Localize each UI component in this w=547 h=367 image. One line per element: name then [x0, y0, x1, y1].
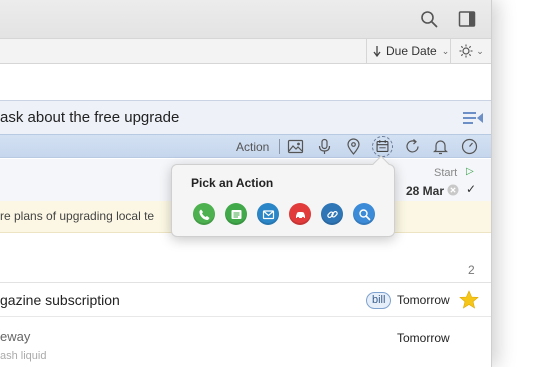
task-title: gazine subscription: [0, 292, 120, 308]
chevron-down-icon: ⌄: [476, 45, 484, 56]
divider: [279, 139, 280, 154]
list-item[interactable]: eway ash liquid Tomorrow: [0, 317, 491, 367]
title-bar: [0, 0, 491, 38]
sort-label: Due Date: [386, 44, 437, 58]
view-options-button[interactable]: ⌄: [450, 39, 491, 63]
arrow-down-icon: [373, 46, 381, 57]
due-label: Tomorrow: [397, 293, 450, 307]
action-label: Action: [236, 140, 270, 154]
list-item[interactable]: gazine subscription bill Tomorrow: [0, 283, 491, 317]
toolbar: Due Date ⌄ ⌄: [0, 38, 491, 64]
search-action-button[interactable]: [353, 203, 375, 225]
bell-icon[interactable]: [432, 138, 449, 155]
task-count: 2: [468, 263, 475, 277]
notes-text[interactable]: re plans of upgrading local te: [0, 209, 154, 223]
section-header: 2: [0, 255, 491, 283]
envelope-icon: [262, 209, 274, 219]
popover-title: Pick an Action: [191, 176, 274, 190]
location-pin-icon[interactable]: [345, 138, 362, 155]
link-action-button[interactable]: [321, 203, 343, 225]
list-menu-icon[interactable]: [462, 110, 484, 126]
photo-icon[interactable]: [287, 138, 304, 155]
tag-badge[interactable]: bill: [366, 292, 392, 309]
sort-button[interactable]: Due Date ⌄: [366, 39, 450, 63]
due-date-value[interactable]: 28 Mar: [406, 184, 444, 198]
search-icon[interactable]: [420, 10, 438, 28]
clear-date-icon[interactable]: [447, 184, 459, 196]
task-title[interactable]: ask about the free upgrade: [0, 109, 179, 126]
action-bar: Action: [0, 134, 491, 158]
drive-action-button[interactable]: [289, 203, 311, 225]
start-label[interactable]: Start: [434, 167, 457, 179]
repeat-icon[interactable]: [404, 138, 421, 155]
phone-icon: [198, 209, 209, 220]
play-icon[interactable]: ▷: [466, 166, 474, 177]
clock-icon[interactable]: [461, 138, 478, 155]
calendar-action-icon[interactable]: [372, 136, 393, 157]
microphone-icon[interactable]: [316, 138, 333, 155]
chevron-down-icon: ⌄: [441, 45, 450, 56]
car-icon: [295, 211, 305, 219]
sun-icon: [459, 44, 473, 58]
pick-action-popover: Pick an Action: [171, 155, 395, 237]
sidebar-toggle-icon[interactable]: [458, 10, 476, 28]
star-icon[interactable]: [459, 290, 479, 310]
checkmark-icon[interactable]: ✓: [466, 182, 476, 196]
task-title: eway: [0, 329, 31, 344]
selected-task-row[interactable]: ask about the free upgrade: [0, 100, 491, 134]
magnifier-icon: [358, 208, 370, 220]
link-icon: [326, 210, 338, 218]
call-action-button[interactable]: [193, 203, 215, 225]
message-action-button[interactable]: [225, 203, 247, 225]
email-action-button[interactable]: [257, 203, 279, 225]
message-icon: [231, 209, 241, 219]
task-subtitle: ash liquid: [0, 350, 47, 362]
app-window: Due Date ⌄ ⌄ ask about the free upgrade: [0, 0, 492, 367]
due-label: Tomorrow: [397, 331, 450, 345]
